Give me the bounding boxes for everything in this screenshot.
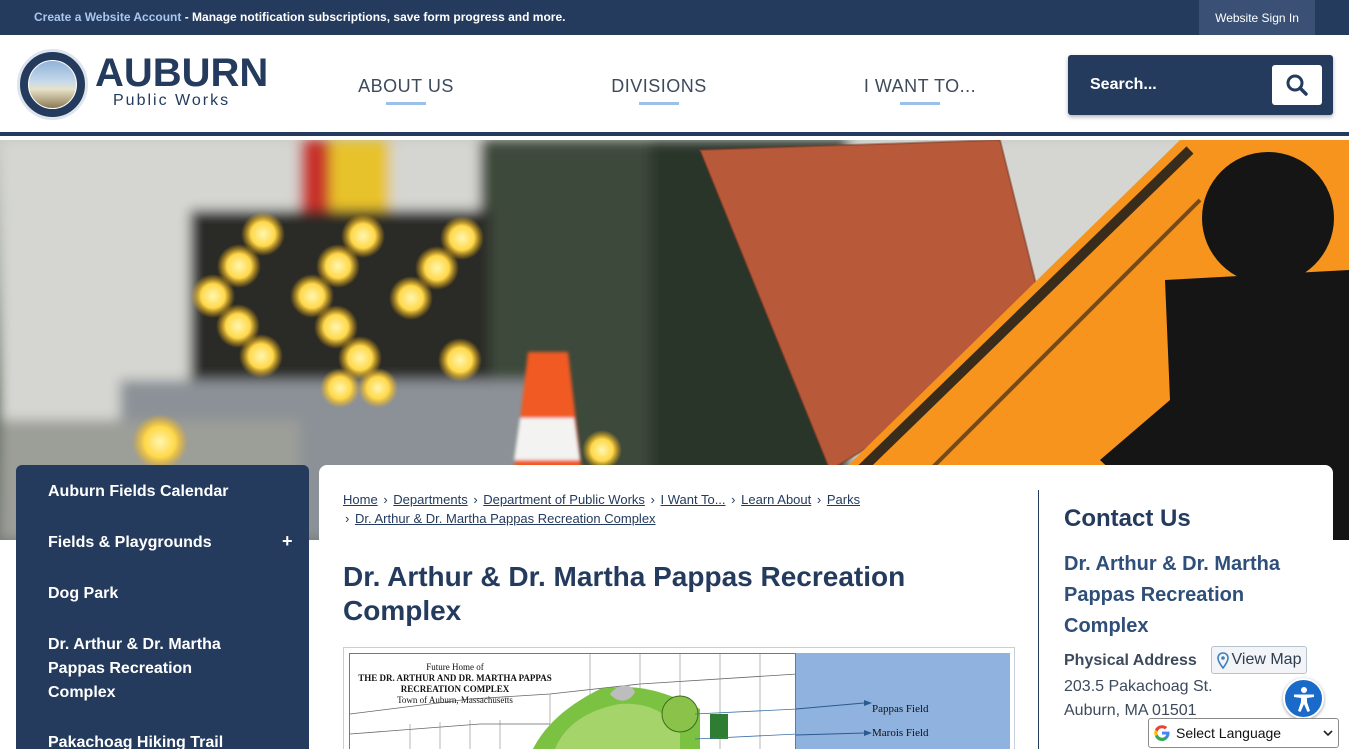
breadcrumb-separator: ›: [731, 492, 736, 507]
nav-about-us[interactable]: ABOUT US: [358, 76, 454, 105]
breadcrumb: Home › Departments › Department of Publi…: [343, 490, 1023, 528]
language-select-label: Select Language: [1176, 725, 1282, 741]
breadcrumb-learn-about[interactable]: Learn About: [741, 492, 811, 507]
town-seal-logo[interactable]: [17, 49, 88, 120]
create-account-link[interactable]: Create a Website Account: [34, 10, 181, 24]
language-select[interactable]: Select Language: [1148, 718, 1339, 748]
breadcrumb-separator: ›: [383, 492, 388, 507]
accessibility-icon: [1293, 686, 1314, 712]
view-map-button[interactable]: View Map: [1211, 646, 1307, 674]
sidenav-item-hiking-trail[interactable]: Pakachoag Hiking Trail: [48, 731, 268, 749]
account-promo: Create a Website Account - Manage notifi…: [34, 10, 565, 24]
sign-in-button[interactable]: Website Sign In: [1199, 0, 1315, 35]
breadcrumb-separator: ›: [650, 492, 655, 507]
breadcrumb-separator: ›: [473, 492, 478, 507]
column-divider: [1038, 490, 1039, 749]
breadcrumb-separator: ›: [816, 492, 822, 507]
plan-caption-line4: Town of Auburn, Massachusetts: [397, 695, 513, 705]
nav-i-want-to[interactable]: I WANT TO...: [862, 76, 978, 105]
contact-heading: Contact Us: [1064, 505, 1191, 532]
plan-caption-line3: RECREATION COMPLEX: [400, 684, 510, 694]
search-box: [1068, 55, 1333, 115]
breadcrumb-parks[interactable]: Parks: [827, 492, 860, 507]
plan-caption-line2: THE DR. ARTHUR AND DR. MARTHA PAPPAS: [358, 673, 552, 683]
nav-divisions[interactable]: DIVISIONS: [609, 76, 709, 105]
plan-caption: Future Home of THE DR. ARTHUR AND DR. MA…: [350, 662, 560, 706]
sidenav-item-dog-park[interactable]: Dog Park: [48, 582, 268, 606]
site-plan-drawing: Future Home of THE DR. ARTHUR AND DR. MA…: [349, 653, 796, 749]
search-button[interactable]: [1272, 65, 1322, 105]
accessibility-button[interactable]: [1283, 678, 1324, 719]
logo-title[interactable]: AUBURN: [95, 53, 268, 93]
plan-caption-line1: Future Home of: [426, 662, 484, 672]
main-content: Home › Departments › Department of Publi…: [319, 465, 1333, 749]
plan-legend-area: Pappas Field Marois Field: [796, 653, 1010, 749]
chevron-down-icon: [1323, 730, 1333, 737]
account-promo-text: - Manage notification subscriptions, sav…: [181, 10, 566, 24]
breadcrumb-current-page[interactable]: Dr. Arthur & Dr. Martha Pappas Recreatio…: [355, 511, 656, 526]
breadcrumb-home[interactable]: Home: [343, 492, 378, 507]
breadcrumb-separator: ›: [345, 511, 350, 526]
breadcrumb-i-want-to[interactable]: I Want To...: [661, 492, 726, 507]
site-plan-image[interactable]: Future Home of THE DR. ARTHUR AND DR. MA…: [343, 647, 1015, 749]
address-label: Physical Address: [1064, 652, 1197, 669]
search-input[interactable]: [1090, 74, 1260, 96]
logo-subtitle: Public Works: [113, 92, 231, 109]
search-icon: [1286, 74, 1308, 96]
sidenav-item-fields-calendar[interactable]: Auburn Fields Calendar: [48, 480, 268, 504]
sidenav-item-fields-playgrounds[interactable]: Fields & Playgrounds: [48, 531, 268, 555]
utility-bar: Create a Website Account - Manage notifi…: [0, 0, 1349, 35]
site-header: AUBURN Public Works ABOUT US DIVISIONS I…: [0, 35, 1349, 136]
view-map-label: View Map: [1231, 651, 1302, 668]
contact-name: Dr. Arthur & Dr. Martha Pappas Recreatio…: [1064, 553, 1280, 637]
marois-field-label: Marois Field: [872, 727, 929, 739]
breadcrumb-public-works[interactable]: Department of Public Works: [483, 492, 645, 507]
expand-plus-icon[interactable]: +: [282, 531, 293, 552]
address-street: 203.5 Pakachoag St.: [1064, 678, 1213, 695]
sidenav-item-pappas-complex[interactable]: Dr. Arthur & Dr. Martha Pappas Recreatio…: [48, 633, 248, 705]
pappas-field-label: Pappas Field: [872, 703, 929, 715]
google-g-icon: [1154, 725, 1170, 741]
side-navigation: Auburn Fields Calendar Fields & Playgrou…: [16, 465, 309, 749]
breadcrumb-departments[interactable]: Departments: [393, 492, 467, 507]
seal-image: [28, 60, 77, 109]
page-title: Dr. Arthur & Dr. Martha Pappas Recreatio…: [343, 561, 906, 626]
map-pin-icon: [1216, 651, 1229, 669]
